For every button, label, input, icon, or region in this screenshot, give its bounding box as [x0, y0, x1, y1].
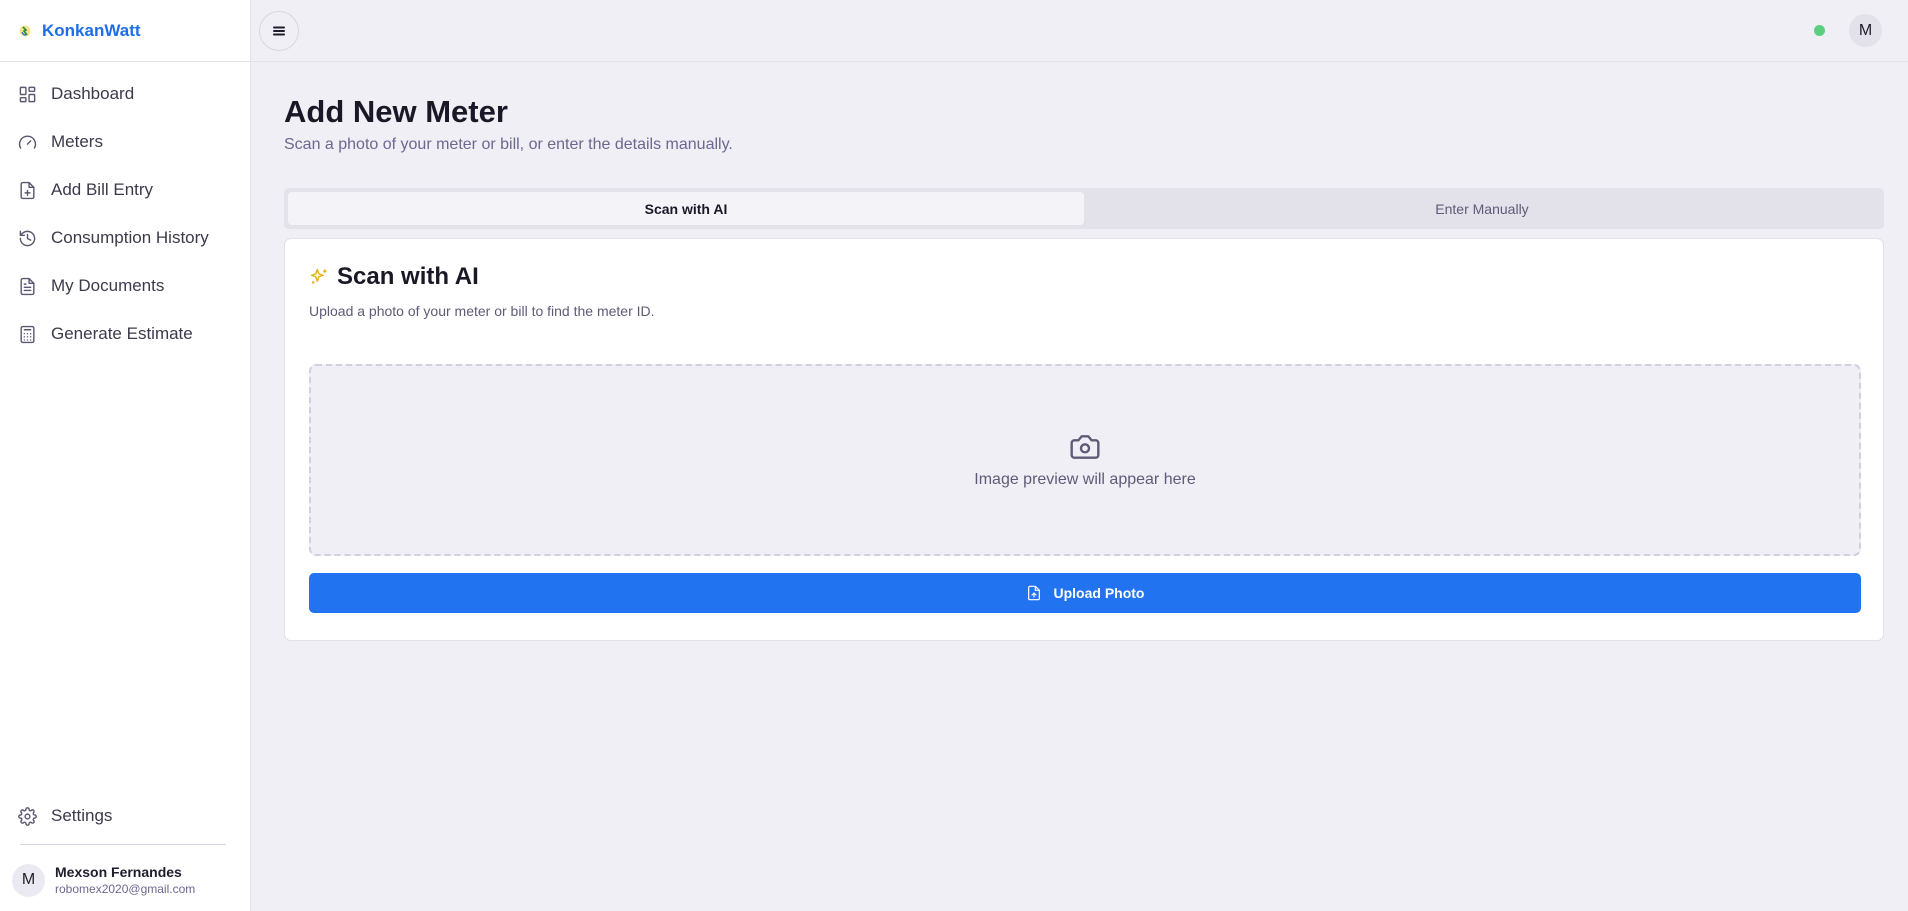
file-upload-icon	[1027, 585, 1040, 601]
tab-enter-manually[interactable]: Enter Manually	[1084, 192, 1880, 225]
sidebar-item-label: Add Bill Entry	[51, 180, 154, 199]
page-content: Add New Meter Scan a photo of your meter…	[251, 62, 1908, 641]
account-avatar[interactable]: M	[1849, 14, 1882, 47]
tab-bar: Scan with AI Enter Manually	[284, 188, 1884, 229]
sidebar-item-add-bill-entry[interactable]: Add Bill Entry	[0, 166, 250, 214]
gear-icon	[18, 806, 37, 826]
menu-toggle-button[interactable]	[259, 10, 299, 51]
upload-photo-button[interactable]: Upload Photo	[309, 573, 1861, 613]
document-icon	[20, 277, 35, 295]
image-preview-area[interactable]: Image preview will appear here	[309, 364, 1861, 556]
sidebar-item-settings[interactable]: Settings	[0, 792, 250, 840]
sidebar-footer: Settings M Mexson Fernandes robomex2020@…	[0, 792, 250, 911]
sidebar-item-meters[interactable]: Meters	[0, 118, 250, 166]
sidebar-item-label: Generate Estimate	[51, 324, 193, 343]
page-title: Add New Meter	[284, 94, 508, 129]
history-icon	[19, 230, 36, 246]
avatar: M	[12, 863, 45, 897]
camera-icon	[1070, 435, 1100, 459]
brand[interactable]: KonkanWatt	[0, 0, 250, 62]
calculator-icon	[20, 325, 35, 343]
card-description: Upload a photo of your meter or bill to …	[309, 303, 655, 319]
user-email: robomex2020@gmail.com	[55, 882, 196, 896]
tab-scan-with-ai[interactable]: Scan with AI	[288, 192, 1084, 225]
gauge-icon	[18, 135, 37, 149]
topbar-right: M	[1814, 14, 1882, 47]
sidebar-item-my-documents[interactable]: My Documents	[0, 262, 250, 310]
brand-name: KonkanWatt	[42, 20, 141, 40]
card-header: Scan with AI	[309, 263, 1859, 291]
card-title: Scan with AI	[337, 263, 479, 290]
sidebar-item-label: My Documents	[51, 276, 165, 295]
sidebar-nav: Dashboard Meters Add Bill Entry Consumpt…	[0, 62, 250, 792]
sparkles-icon	[310, 268, 327, 284]
app-root: KonkanWatt Dashboard Meters Add Bill Ent…	[0, 0, 1908, 911]
user-info: Mexson Fernandes robomex2020@gmail.com	[55, 864, 195, 896]
scan-card: Scan with AI Upload a photo of your mete…	[284, 238, 1884, 641]
sidebar-item-label: Consumption History	[51, 228, 209, 247]
divider	[20, 844, 226, 845]
logo-icon	[18, 24, 32, 38]
sidebar-item-label: Meters	[51, 132, 103, 151]
settings-label: Settings	[51, 806, 113, 825]
page-subtitle: Scan a photo of your meter or bill, or e…	[284, 136, 733, 153]
topbar: M	[251, 0, 1908, 62]
hamburger-icon	[273, 26, 285, 35]
user-profile[interactable]: M Mexson Fernandes robomex2020@gmail.com	[0, 855, 250, 905]
main-area: M Add New Meter Scan a photo of your met…	[251, 0, 1908, 911]
sidebar-item-generate-estimate[interactable]: Generate Estimate	[0, 310, 250, 358]
sidebar-item-dashboard[interactable]: Dashboard	[0, 70, 250, 118]
sidebar-item-label: Dashboard	[51, 84, 135, 103]
preview-placeholder-text: Image preview will appear here	[974, 471, 1196, 488]
file-plus-icon	[20, 181, 35, 199]
sidebar: KonkanWatt Dashboard Meters Add Bill Ent…	[0, 0, 251, 911]
dashboard-icon	[19, 86, 36, 102]
status-indicator	[1814, 25, 1825, 36]
upload-button-label: Upload Photo	[1053, 585, 1145, 601]
sidebar-item-consumption-history[interactable]: Consumption History	[0, 214, 250, 262]
user-name: Mexson Fernandes	[55, 864, 182, 880]
